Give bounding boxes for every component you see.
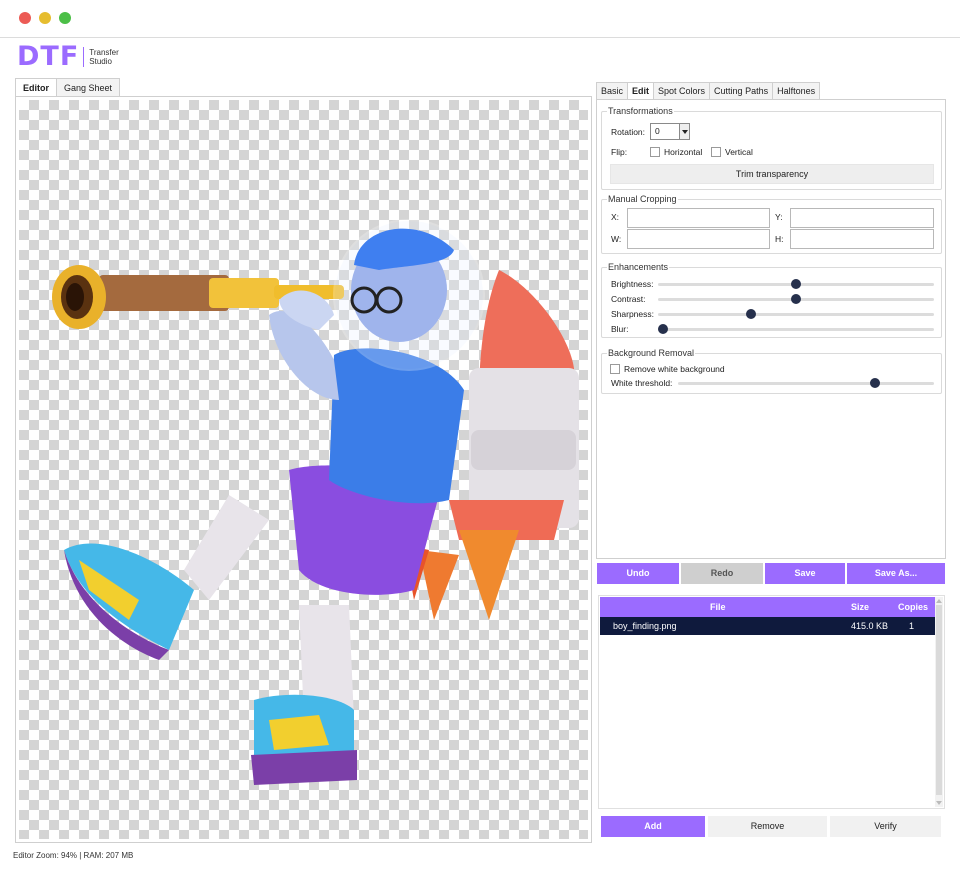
contrast-label: Contrast: [611, 294, 646, 304]
undo-button[interactable]: Undo [597, 563, 679, 584]
remove-white-checkbox[interactable] [610, 364, 620, 374]
tab-halftones[interactable]: Halftones [772, 82, 821, 100]
file-name-cell: boy_finding.png [613, 621, 677, 631]
white-threshold-slider[interactable] [678, 382, 934, 385]
crop-x-label: X: [611, 212, 620, 222]
crop-h-label: H: [775, 234, 784, 244]
crop-w-input[interactable] [627, 229, 770, 249]
sharpness-slider-thumb[interactable] [745, 309, 756, 319]
window-titlebar [0, 0, 960, 38]
logo-subtitle: Transfer Studio [89, 48, 119, 66]
crop-y-input[interactable] [790, 208, 934, 228]
table-row[interactable]: boy_finding.png 415.0 KB 1 [600, 617, 935, 635]
file-list-scrollbar[interactable] [935, 597, 943, 807]
remove-file-button[interactable]: Remove [708, 816, 827, 837]
flip-vertical-label: Vertical [725, 147, 753, 157]
flip-label: Flip: [611, 147, 628, 157]
flip-vertical-checkbox[interactable] [711, 147, 721, 157]
brightness-label: Brightness: [611, 279, 654, 289]
white-threshold-label: White threshold: [611, 378, 673, 388]
tab-basic[interactable]: Basic [596, 82, 629, 100]
boy-head-illustration [333, 219, 485, 371]
maximize-window-button[interactable] [59, 12, 71, 24]
sharpness-label: Sharpness: [611, 309, 654, 319]
blur-label: Blur: [611, 324, 629, 334]
logo-mark: DTF [17, 41, 80, 72]
file-size-cell: 415.0 KB [851, 621, 889, 631]
save-button[interactable]: Save [765, 563, 845, 584]
flip-horizontal-label: Horizontal [664, 147, 703, 157]
scrollbar-thumb[interactable] [936, 605, 942, 795]
scroll-down-icon[interactable] [936, 801, 942, 805]
save-as-button[interactable]: Save As... [847, 563, 945, 584]
brightness-slider-thumb[interactable] [791, 279, 801, 289]
transformations-title: Transformations [607, 106, 674, 117]
rotation-select[interactable]: 0 [650, 123, 690, 140]
logo-divider [83, 47, 85, 67]
contrast-slider-thumb[interactable] [791, 294, 801, 304]
redo-button[interactable]: Redo [681, 563, 763, 584]
crop-x-input[interactable] [627, 208, 770, 228]
manual-cropping-group: Manual Cropping X: Y: W: H: [601, 194, 942, 254]
tab-editor[interactable]: Editor [15, 78, 57, 98]
background-removal-group: Background Removal Remove white backgrou… [601, 348, 942, 394]
file-table-header: File Size Copies [600, 597, 935, 617]
tab-spot-colors[interactable]: Spot Colors [653, 82, 711, 100]
blur-slider[interactable] [658, 328, 934, 331]
edit-panel: Transformations Rotation: 0 Flip: Horizo… [596, 99, 946, 559]
verify-button[interactable]: Verify [830, 816, 941, 837]
editor-canvas[interactable] [19, 100, 588, 839]
close-window-button[interactable] [19, 12, 31, 24]
status-bar: Editor Zoom: 94% | RAM: 207 MB [13, 851, 134, 860]
blur-slider-thumb[interactable] [658, 324, 668, 334]
chevron-down-icon[interactable] [679, 124, 689, 139]
app-logo: DTF Transfer Studio [17, 41, 129, 72]
background-removal-title: Background Removal [607, 348, 696, 359]
crop-h-input[interactable] [790, 229, 934, 249]
white-threshold-slider-thumb[interactable] [869, 378, 880, 388]
column-copies[interactable]: Copies [898, 597, 928, 617]
add-file-button[interactable]: Add [601, 816, 705, 837]
rotation-value: 0 [655, 126, 660, 136]
enhancements-title: Enhancements [607, 262, 670, 273]
tab-gang-sheet[interactable]: Gang Sheet [56, 78, 121, 97]
editor-tabs: Editor Gang Sheet [15, 78, 121, 98]
trim-transparency-button[interactable]: Trim transparency [610, 164, 934, 184]
remove-white-label: Remove white background [624, 364, 725, 374]
artwork-image[interactable] [19, 100, 588, 839]
enhancements-group: Enhancements Brightness: Contrast: Sharp… [601, 262, 942, 338]
scroll-up-icon[interactable] [936, 599, 942, 603]
flip-horizontal-checkbox[interactable] [650, 147, 660, 157]
rotation-label: Rotation: [611, 127, 646, 137]
column-file[interactable]: File [710, 597, 726, 617]
sharpness-slider[interactable] [658, 313, 934, 316]
crop-w-label: W: [611, 234, 622, 244]
editor-frame [15, 96, 592, 843]
column-size[interactable]: Size [851, 597, 869, 617]
minimize-window-button[interactable] [39, 12, 51, 24]
edit-tabs: Basic Edit Spot Colors Cutting Paths Hal… [596, 82, 821, 101]
manual-cropping-title: Manual Cropping [607, 194, 678, 205]
file-copies-cell: 1 [909, 621, 915, 631]
file-list-panel: File Size Copies boy_finding.png 415.0 K… [598, 595, 945, 809]
transformations-group: Transformations Rotation: 0 Flip: Horizo… [601, 106, 942, 190]
crop-y-label: Y: [775, 212, 783, 222]
tab-cutting-paths[interactable]: Cutting Paths [709, 82, 774, 100]
